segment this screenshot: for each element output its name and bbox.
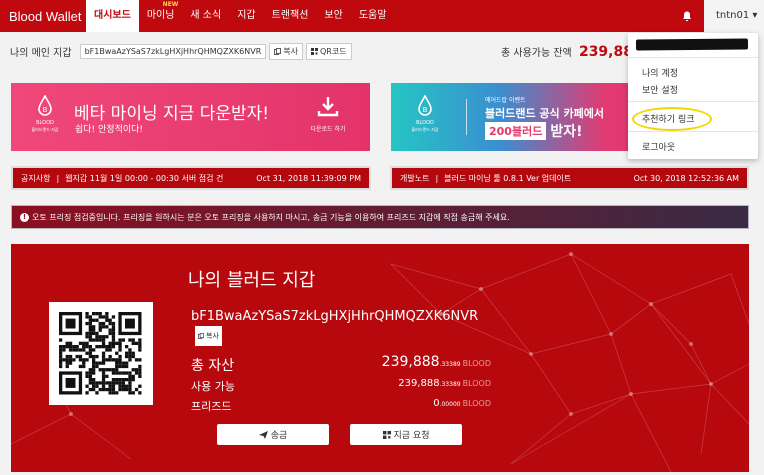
reward-cta: 받자!: [550, 124, 583, 140]
available-int: 239,888: [398, 378, 440, 389]
blood-drop-icon: B: [38, 94, 52, 116]
reward-amount-box: 200블러드: [485, 122, 547, 140]
menu-my-account[interactable]: 나의 계정: [642, 66, 678, 79]
send-icon: [258, 430, 268, 439]
address-bar: 나의 메인 지갑 bF1BwaAzYSaS7zkLgHXjHhrQHMQZXK6…: [10, 43, 355, 60]
wallet-qr-code[interactable]: [49, 302, 153, 405]
notice-category: 개발노트: [400, 173, 430, 183]
available-decimals: .33389: [439, 381, 461, 388]
logo-subtext: 블러드랜드 지갑: [31, 127, 59, 132]
warning-icon: !: [20, 212, 29, 222]
notice-date: Oct 31, 2018 11:39:09 PM: [256, 173, 361, 183]
total-assets-unit: BLOOD: [462, 359, 491, 368]
send-label: 송금: [270, 431, 288, 441]
frozen-label: 프리즈드: [191, 400, 232, 413]
dropdown-divider: [628, 101, 758, 102]
svg-text:B: B: [43, 106, 48, 114]
notice-devnote[interactable]: 개발노트 | 블러드 마이닝 툴 0.8.1 Ver 업데이트 Oct 30, …: [390, 166, 749, 190]
download-icon: [317, 97, 339, 117]
logo-text: BLOOD: [416, 120, 434, 126]
nav-help[interactable]: 도움말: [351, 0, 395, 32]
notice-separator: |: [56, 173, 60, 183]
total-balance: 총 사용가능 잔액 239,888.: [501, 44, 648, 60]
notice-date: Oct 30, 2018 12:52:36 AM: [633, 173, 739, 183]
user-menu-toggle[interactable]: tntn01 ▾: [704, 0, 764, 32]
airdrop-title: 블러드랜드 공식 카페에서: [485, 107, 604, 120]
copy-label: 복사: [283, 47, 298, 56]
download-label: 다운로드 하기: [310, 126, 346, 133]
airdrop-reward: 200블러드 받자!: [485, 121, 582, 141]
airdrop-event-label: 에어드랍 이벤트: [485, 97, 526, 104]
available-value: 239,888.33389 BLOOD: [239, 378, 491, 389]
wallet-title: 나의 블러드 지갑: [188, 270, 316, 291]
logo-text: BLOOD: [36, 120, 54, 126]
request-label: 지금 요청: [393, 431, 430, 441]
nav-news[interactable]: 새 소식: [182, 0, 229, 32]
total-assets-value: 239,888.33389 BLOOD: [239, 354, 491, 370]
total-balance-label: 총 사용가능 잔액: [501, 48, 572, 59]
user-dropdown-menu: 나의 계정 보안 설정 추천하기 링크 로그아웃: [628, 33, 758, 159]
copy-icon: [274, 48, 282, 55]
qr-code-image: [59, 312, 142, 395]
warning-text: 오토 프리징 점검중입니다. 프리징을 원하시는 분은 오토 프리징을 사용하지…: [32, 212, 510, 222]
nav-dashboard[interactable]: 대시보드: [86, 0, 139, 32]
total-assets-decimals: .33389: [439, 361, 461, 368]
top-navbar: Blood Wallet 대시보드 마이닝 NEW 새 소식 지갑 트랜잭션 보…: [0, 0, 764, 32]
banner-subtitle: 쉽다! 안정적이다!: [75, 125, 144, 135]
frozen-decimals: .00000: [439, 401, 461, 408]
banner-logo: B BLOOD 블러드랜드 지갑: [23, 94, 67, 133]
bell-icon[interactable]: [678, 0, 696, 32]
qr-label: QR코드: [320, 47, 347, 56]
wallet-card: 나의 블러드 지갑 bF1BwaAzYSaS7zkLgHXjHhrQHMQZXK…: [11, 244, 749, 472]
banner-logo: B BLOOD 블러드랜드 지갑: [403, 94, 447, 133]
qr-code-button[interactable]: QR코드: [306, 43, 352, 60]
redacted-email: [635, 38, 749, 51]
available-label: 사용 가능: [191, 380, 235, 393]
dropdown-divider: [628, 57, 758, 58]
qr-icon: [311, 48, 318, 55]
wallet-copy-button[interactable]: 복사: [195, 326, 222, 346]
nav-right: tntn01 ▾: [678, 0, 764, 32]
wallet-address-text: bF1BwaAzYSaS7zkLgHXjHhrQHMQZXK6NVR: [191, 309, 479, 324]
notice-category: 공지사항: [21, 173, 51, 183]
banner-divider: [466, 99, 467, 135]
nav-wallet[interactable]: 지갑: [229, 0, 263, 32]
new-badge: NEW: [162, 1, 179, 8]
notice-separator: |: [435, 173, 439, 183]
banner-title: 베타 마이닝 지금 다운받자!: [74, 104, 270, 124]
auto-freeze-warning: ! 오토 프리징 점검중입니다. 프리징을 원하시는 분은 오토 프리징을 사용…: [11, 205, 749, 229]
request-button[interactable]: 지금 요청: [350, 424, 462, 445]
menu-logout[interactable]: 로그아웃: [642, 140, 675, 153]
available-unit: BLOOD: [462, 379, 491, 388]
download-button[interactable]: 다운로드 하기: [303, 95, 353, 133]
total-assets-label: 총 자산: [191, 358, 235, 374]
nav-security[interactable]: 보안: [316, 0, 350, 32]
notice-text: 웹지갑 11월 1일 00:00 - 00:30 서버 점검 건: [65, 173, 224, 183]
notice-announcement[interactable]: 공지사항 | 웹지갑 11월 1일 00:00 - 00:30 서버 점검 건 …: [11, 166, 371, 190]
wallet-address: bF1BwaAzYSaS7zkLgHXjHhrQHMQZXK6NVR 복사: [191, 308, 491, 346]
svg-text:B: B: [423, 106, 428, 114]
nav-mining[interactable]: 마이닝 NEW: [139, 0, 183, 32]
main-wallet-title: 나의 메인 지갑: [10, 48, 72, 59]
notice-text: 블러드 마이닝 툴 0.8.1 Ver 업데이트: [444, 173, 572, 183]
brand-logo[interactable]: Blood Wallet: [0, 9, 86, 24]
highlight-circle: [632, 107, 712, 131]
wallet-address-field[interactable]: bF1BwaAzYSaS7zkLgHXjHhrQHMQZXK6NVR: [79, 44, 267, 59]
dropdown-divider: [628, 131, 758, 132]
frozen-value: 0.00000 BLOOD: [239, 398, 491, 409]
total-assets-int: 239,888: [381, 354, 440, 370]
nav-transactions[interactable]: 트랜잭션: [264, 0, 317, 32]
copy-icon: [198, 333, 204, 339]
send-button[interactable]: 송금: [217, 424, 329, 445]
logo-subtext: 블러드랜드 지갑: [411, 127, 439, 132]
mining-banner[interactable]: B BLOOD 블러드랜드 지갑 베타 마이닝 지금 다운받자! 쉽다! 안정적…: [11, 83, 370, 151]
menu-security-settings[interactable]: 보안 설정: [642, 83, 678, 96]
frozen-unit: BLOOD: [462, 399, 491, 408]
qr-icon: [382, 430, 391, 439]
blood-drop-icon: B: [418, 94, 432, 116]
copy-address-button[interactable]: 복사: [269, 43, 303, 60]
copy-label: 복사: [206, 332, 219, 340]
